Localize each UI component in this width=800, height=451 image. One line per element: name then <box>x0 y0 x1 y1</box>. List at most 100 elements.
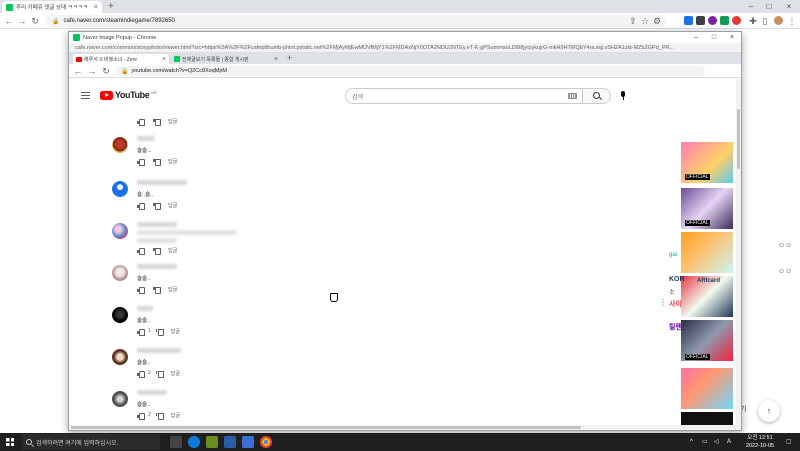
dislike-icon[interactable] <box>155 412 164 420</box>
hamburger-menu-icon[interactable] <box>81 92 90 99</box>
extension-purple-icon[interactable] <box>708 16 717 25</box>
minecraft-icon[interactable] <box>206 436 218 448</box>
menu-kebab-icon[interactable]: ⋮ <box>787 13 797 29</box>
dislike-icon[interactable] <box>155 328 164 336</box>
inner-tab-youtube[interactable]: 해루석 X 비챌소녀 - Zere × <box>73 54 169 64</box>
address-bar[interactable]: 🔒 cafe.naver.com/steamindiegame/7892650 <box>46 15 666 27</box>
extensions-puzzle-icon[interactable]: ✚ <box>748 13 758 29</box>
reply-button[interactable]: 답글 <box>168 247 177 254</box>
dislike-icon[interactable] <box>155 370 164 378</box>
input-language[interactable]: A <box>727 433 731 451</box>
network-icon[interactable]: ▭ <box>702 433 708 451</box>
commenter-avatar[interactable] <box>112 349 128 365</box>
commenter-avatar[interactable] <box>112 223 128 239</box>
dislike-icon[interactable] <box>153 286 161 294</box>
back-button[interactable]: ← <box>4 13 14 29</box>
dislike-icon[interactable] <box>153 202 161 210</box>
commenter-avatar[interactable] <box>112 307 128 323</box>
scroll-top-button[interactable]: ↑ <box>758 400 780 422</box>
like-count: 2 <box>148 412 151 418</box>
inner-tab-cafe[interactable]: 전체글보기 목록들 | 종합 게시판 × <box>171 54 281 64</box>
taskbar-clock[interactable]: 오전 12:51 2022-10-05 <box>740 434 780 450</box>
dislike-icon[interactable] <box>153 158 161 166</box>
video-thumbnail[interactable] <box>681 232 733 273</box>
like-icon[interactable] <box>137 202 145 210</box>
maximize-button[interactable]: □ <box>762 0 776 13</box>
inner-address-bar[interactable]: 🔒 youtube.com/watch?v=Q2Cc8XoqMpM <box>115 66 705 76</box>
reply-button[interactable]: 답글 <box>168 202 177 209</box>
tray-chevron-icon[interactable]: ^ <box>690 433 693 451</box>
task-view-icon[interactable] <box>170 436 182 448</box>
reply-button[interactable]: 답글 <box>168 286 177 293</box>
search-input[interactable]: 검색 <box>345 88 583 104</box>
popup-minimize-button[interactable]: – <box>689 32 703 43</box>
commenter-avatar[interactable] <box>112 265 128 281</box>
popup-close-button[interactable]: × <box>725 32 739 43</box>
volume-icon[interactable]: ◁ <box>714 433 719 451</box>
new-tab-button[interactable]: + <box>287 53 292 64</box>
taskbar-search-box[interactable]: 검색하려면 여기에 입력하십시오. <box>22 434 160 450</box>
comment-actions: 2 답글 <box>137 369 180 378</box>
reply-button[interactable]: 답글 <box>171 370 180 377</box>
commenter-avatar[interactable] <box>112 391 128 407</box>
chrome-icon[interactable] <box>260 436 272 448</box>
commenter-name-blurred <box>137 180 187 185</box>
reply-button[interactable]: 답글 <box>171 328 180 335</box>
microphone-icon[interactable] <box>621 91 625 100</box>
reload-button[interactable]: ↻ <box>30 13 40 29</box>
dislike-icon[interactable] <box>153 118 161 126</box>
commenter-avatar[interactable] <box>112 181 128 197</box>
close-tab-icon[interactable]: × <box>94 4 98 11</box>
edge-icon[interactable] <box>188 436 200 448</box>
like-icon[interactable] <box>137 370 145 378</box>
video-thumbnail[interactable] <box>681 368 733 409</box>
naver-cafe-icon <box>174 56 180 62</box>
close-window-button[interactable]: × <box>782 0 796 13</box>
youtube-icon <box>76 56 82 62</box>
close-tab-icon[interactable]: × <box>274 56 278 63</box>
bookmark-star-icon[interactable]: ☆ <box>640 13 650 29</box>
reload-button[interactable]: ↻ <box>101 64 111 78</box>
video-more-icon[interactable]: ⋮ <box>659 298 667 307</box>
like-icon[interactable] <box>137 328 145 336</box>
video-thumbnail[interactable]: OFFICIAL <box>681 188 733 229</box>
like-icon[interactable] <box>137 286 145 294</box>
recommended-sidebar: OFFICIAL OFFICIAL gai KOR ARIcard 소 ⋮ 사이… <box>659 112 741 430</box>
reply-button[interactable]: 답글 <box>171 412 180 419</box>
back-button[interactable]: ← <box>73 64 83 78</box>
extension-icon[interactable]: ⚙ <box>652 13 662 29</box>
like-icon[interactable] <box>137 118 145 126</box>
reply-button[interactable]: 답글 <box>168 118 177 125</box>
sidebar-icon[interactable]: ▯ <box>760 13 770 29</box>
outer-tab-active[interactable]: 루리 카페쥬 댓글 상태 ㅋㅋㅋㅋ × <box>2 1 102 13</box>
forward-button[interactable]: → <box>17 13 27 29</box>
vmware-icon[interactable] <box>224 436 236 448</box>
notification-icon[interactable]: ▢ <box>786 433 792 451</box>
close-tab-icon[interactable]: × <box>162 56 166 63</box>
extension-dark-icon[interactable] <box>696 16 705 25</box>
app-icon[interactable] <box>242 436 254 448</box>
reply-button[interactable]: 답글 <box>168 158 177 165</box>
popup-maximize-button[interactable]: □ <box>707 32 721 43</box>
profile-avatar[interactable] <box>774 16 783 25</box>
vertical-scrollbar[interactable] <box>736 79 741 426</box>
minimize-button[interactable]: – <box>744 0 758 13</box>
like-icon[interactable] <box>137 247 145 255</box>
commenter-avatar[interactable] <box>112 137 128 153</box>
keyboard-icon[interactable] <box>568 93 577 99</box>
extension-green-icon[interactable] <box>720 16 729 25</box>
like-icon[interactable] <box>137 158 145 166</box>
new-tab-button[interactable]: + <box>108 0 114 13</box>
youtube-logo[interactable]: YouTube KR <box>100 90 157 100</box>
extension-red-icon[interactable] <box>732 16 741 25</box>
windows-start-icon[interactable] <box>6 438 14 446</box>
search-icon <box>26 439 32 445</box>
horizontal-scrollbar[interactable] <box>69 425 741 430</box>
extension-blue-icon[interactable] <box>684 16 693 25</box>
like-icon[interactable] <box>137 412 145 420</box>
video-thumbnail[interactable]: OFFICIAL <box>681 142 733 183</box>
forward-button[interactable]: → <box>87 64 97 78</box>
share-icon[interactable]: ⇪ <box>628 13 638 29</box>
search-button[interactable] <box>583 88 611 104</box>
dislike-icon[interactable] <box>153 247 161 255</box>
